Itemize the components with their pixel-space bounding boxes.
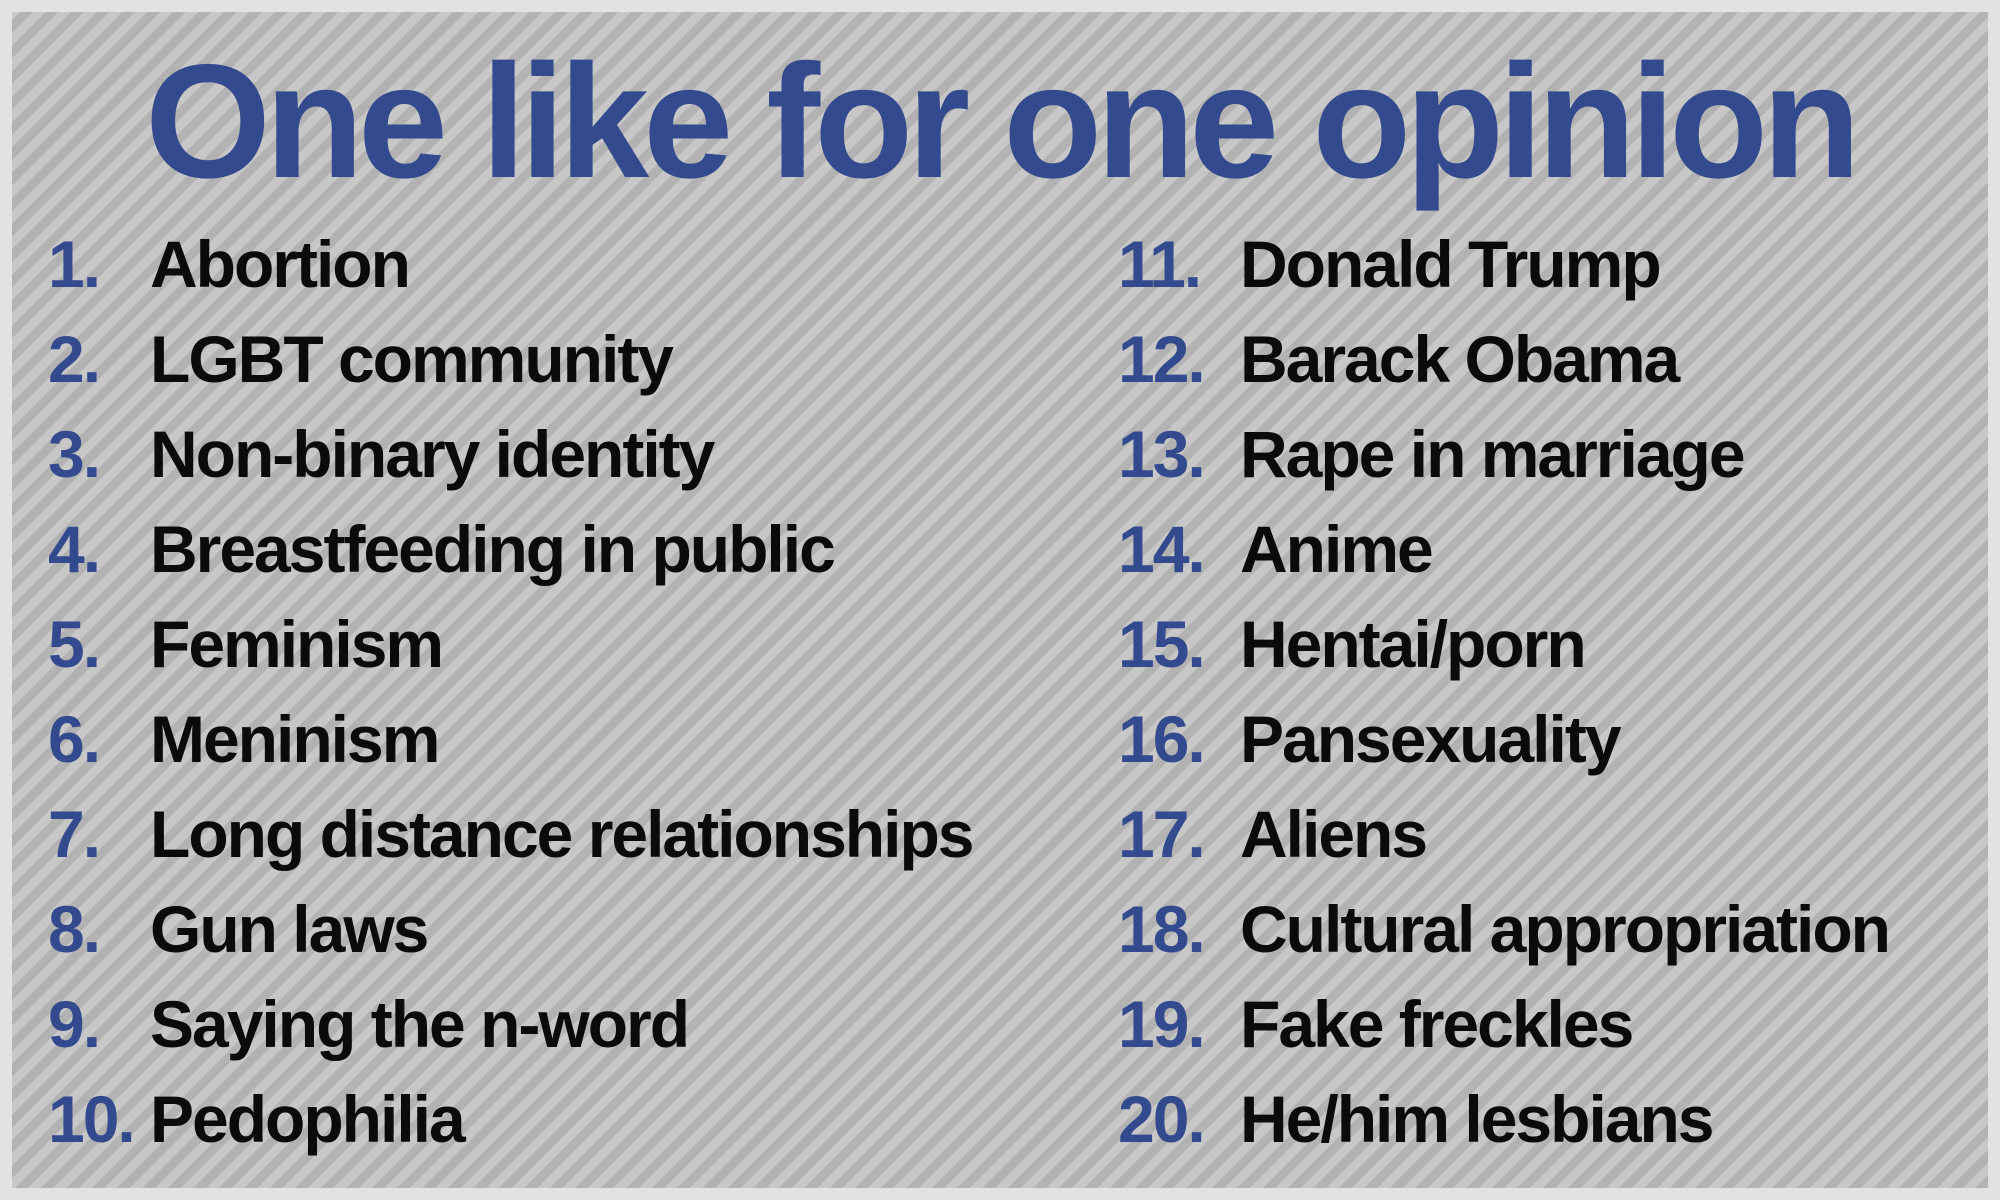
item-number: 18. (1118, 891, 1206, 966)
item-number: 11. (1118, 226, 1202, 301)
opinion-list-left: 1. Abortion 2. LGBT community 3. Non-binary… (48, 216, 1108, 1166)
list-item: 10. Pedophilia (48, 1071, 1108, 1166)
item-number: 17. (1118, 796, 1206, 871)
list-item: 4. Breastfeeding in public (48, 501, 1108, 596)
item-number: 10. (48, 1081, 136, 1156)
item-label: Breastfeeding in public (150, 511, 836, 586)
item-number: 8. (48, 891, 101, 966)
item-number: 14. (1118, 511, 1206, 586)
item-label: Feminism (150, 606, 444, 681)
item-label: Long distance relationships (150, 796, 974, 871)
item-label: LGBT community (150, 321, 674, 396)
list-item: 19. Fake freckles (1118, 976, 1978, 1071)
item-number: 20. (1118, 1081, 1206, 1156)
list-item: 20. He/him lesbians (1118, 1071, 1978, 1166)
item-label: Cultural appropriation (1240, 891, 1891, 966)
list-item: 11. Donald Trump (1118, 216, 1978, 311)
item-number: 1. (48, 226, 101, 301)
item-label: Anime (1240, 511, 1434, 586)
item-number: 19. (1118, 986, 1206, 1061)
list-item: 5. Feminism (48, 596, 1108, 691)
item-number: 6. (48, 701, 101, 776)
item-number: 12. (1118, 321, 1206, 396)
list-item: 16. Pansexuality (1118, 691, 1978, 786)
list-item: 7. Long distance relationships (48, 786, 1108, 881)
item-label: He/him lesbians (1240, 1081, 1715, 1156)
item-number: 15. (1118, 606, 1206, 681)
item-number: 3. (48, 416, 101, 491)
item-label: Gun laws (150, 891, 429, 966)
list-item: 18. Cultural appropriation (1118, 881, 1978, 976)
item-number: 16. (1118, 701, 1206, 776)
list-item: 12. Barack Obama (1118, 311, 1978, 406)
list-item: 9. Saying the n-word (48, 976, 1108, 1071)
list-item: 6. Meninism (48, 691, 1108, 786)
opinion-list-right: 11. Donald Trump 12. Barack Obama 13. Rape … (1118, 216, 1978, 1166)
item-label: Rape in marriage (1240, 416, 1746, 491)
item-label: Pansexuality (1240, 701, 1622, 776)
item-label: Meninism (150, 701, 440, 776)
item-number: 4. (48, 511, 101, 586)
item-number: 13. (1118, 416, 1206, 491)
item-label: Hentai/porn (1240, 606, 1587, 681)
item-label: Aliens (1240, 796, 1428, 871)
list-item: 3. Non-binary identity (48, 406, 1108, 501)
item-label: Fake freckles (1240, 986, 1634, 1061)
list-item: 2. LGBT community (48, 311, 1108, 406)
item-label: Barack Obama (1240, 321, 1680, 396)
item-label: Donald Trump (1240, 226, 1662, 301)
list-item: 14. Anime (1118, 501, 1978, 596)
page-title: One like for one opinion (144, 31, 1861, 212)
item-number: 7. (48, 796, 101, 871)
list-item: 13. Rape in marriage (1118, 406, 1978, 501)
list-item: 17. Aliens (1118, 786, 1978, 881)
item-number: 2. (48, 321, 101, 396)
item-label: Abortion (150, 226, 411, 301)
item-number: 5. (48, 606, 101, 681)
list-item: 15. Hentai/porn (1118, 596, 1978, 691)
list-item: 1. Abortion (48, 216, 1108, 311)
list-item: 8. Gun laws (48, 881, 1108, 976)
item-number: 9. (48, 986, 101, 1061)
item-label: Non-binary identity (150, 416, 715, 491)
item-label: Pedophilia (150, 1081, 466, 1156)
item-label: Saying the n-word (150, 986, 690, 1061)
